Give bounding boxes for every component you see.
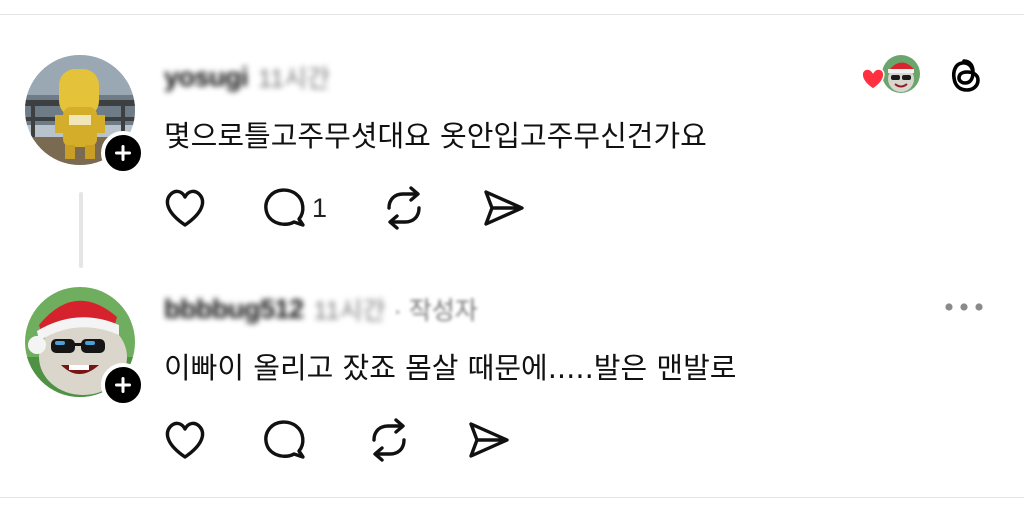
bottom-divider <box>0 497 1024 498</box>
post-top-right <box>860 55 984 95</box>
heart-icon <box>165 189 205 227</box>
send-icon <box>484 190 524 226</box>
plus-icon <box>115 377 131 393</box>
send-icon <box>469 422 509 458</box>
speech-bubble-icon <box>264 188 305 227</box>
follow-button[interactable] <box>101 131 145 175</box>
post-header: bbbbug512 11시간 · 작성자 <box>164 292 478 326</box>
timestamp[interactable]: 11시간 <box>314 291 386 327</box>
repost-button[interactable] <box>381 183 427 233</box>
heart-icon <box>165 421 205 459</box>
liked-by-author-indicator[interactable] <box>860 55 920 95</box>
timestamp[interactable]: 11시간 <box>258 59 330 95</box>
reply-button[interactable] <box>262 415 312 465</box>
repost-icon <box>387 186 421 230</box>
like-button[interactable] <box>162 183 208 233</box>
threads-logo-icon[interactable] <box>946 55 984 95</box>
username[interactable]: yosugi <box>164 62 249 93</box>
author-badge: · 작성자 <box>393 297 478 325</box>
liker-avatar <box>882 55 920 93</box>
like-button[interactable] <box>162 415 208 465</box>
post-text: 몇으로틀고주무셧대요 옷안입고주무신건가요 <box>164 119 707 153</box>
repost-button[interactable] <box>366 415 412 465</box>
share-button[interactable] <box>466 415 512 465</box>
speech-bubble-icon <box>264 420 305 459</box>
post-text: 이빠이 올리고 잤죠 몸살 때문에.....발은 맨발로 <box>164 351 737 385</box>
repost-icon <box>372 418 406 462</box>
follow-button[interactable] <box>101 363 145 407</box>
post-actions: 1 <box>162 183 581 233</box>
avatar-group[interactable] <box>25 287 145 407</box>
reply-button[interactable]: 1 <box>262 183 327 233</box>
reply-count: 1 <box>312 192 328 223</box>
heart-icon <box>861 68 885 90</box>
avatar-group[interactable] <box>25 55 145 175</box>
share-button[interactable] <box>481 183 527 233</box>
plus-icon <box>115 145 131 161</box>
more-dots-icon <box>945 303 983 311</box>
post-header: yosugi 11시간 <box>164 60 330 94</box>
username[interactable]: bbbbug512 <box>164 294 304 325</box>
more-options-button[interactable] <box>944 292 984 322</box>
post-actions <box>162 415 566 465</box>
top-divider <box>0 14 1024 15</box>
thread-line <box>79 192 83 268</box>
